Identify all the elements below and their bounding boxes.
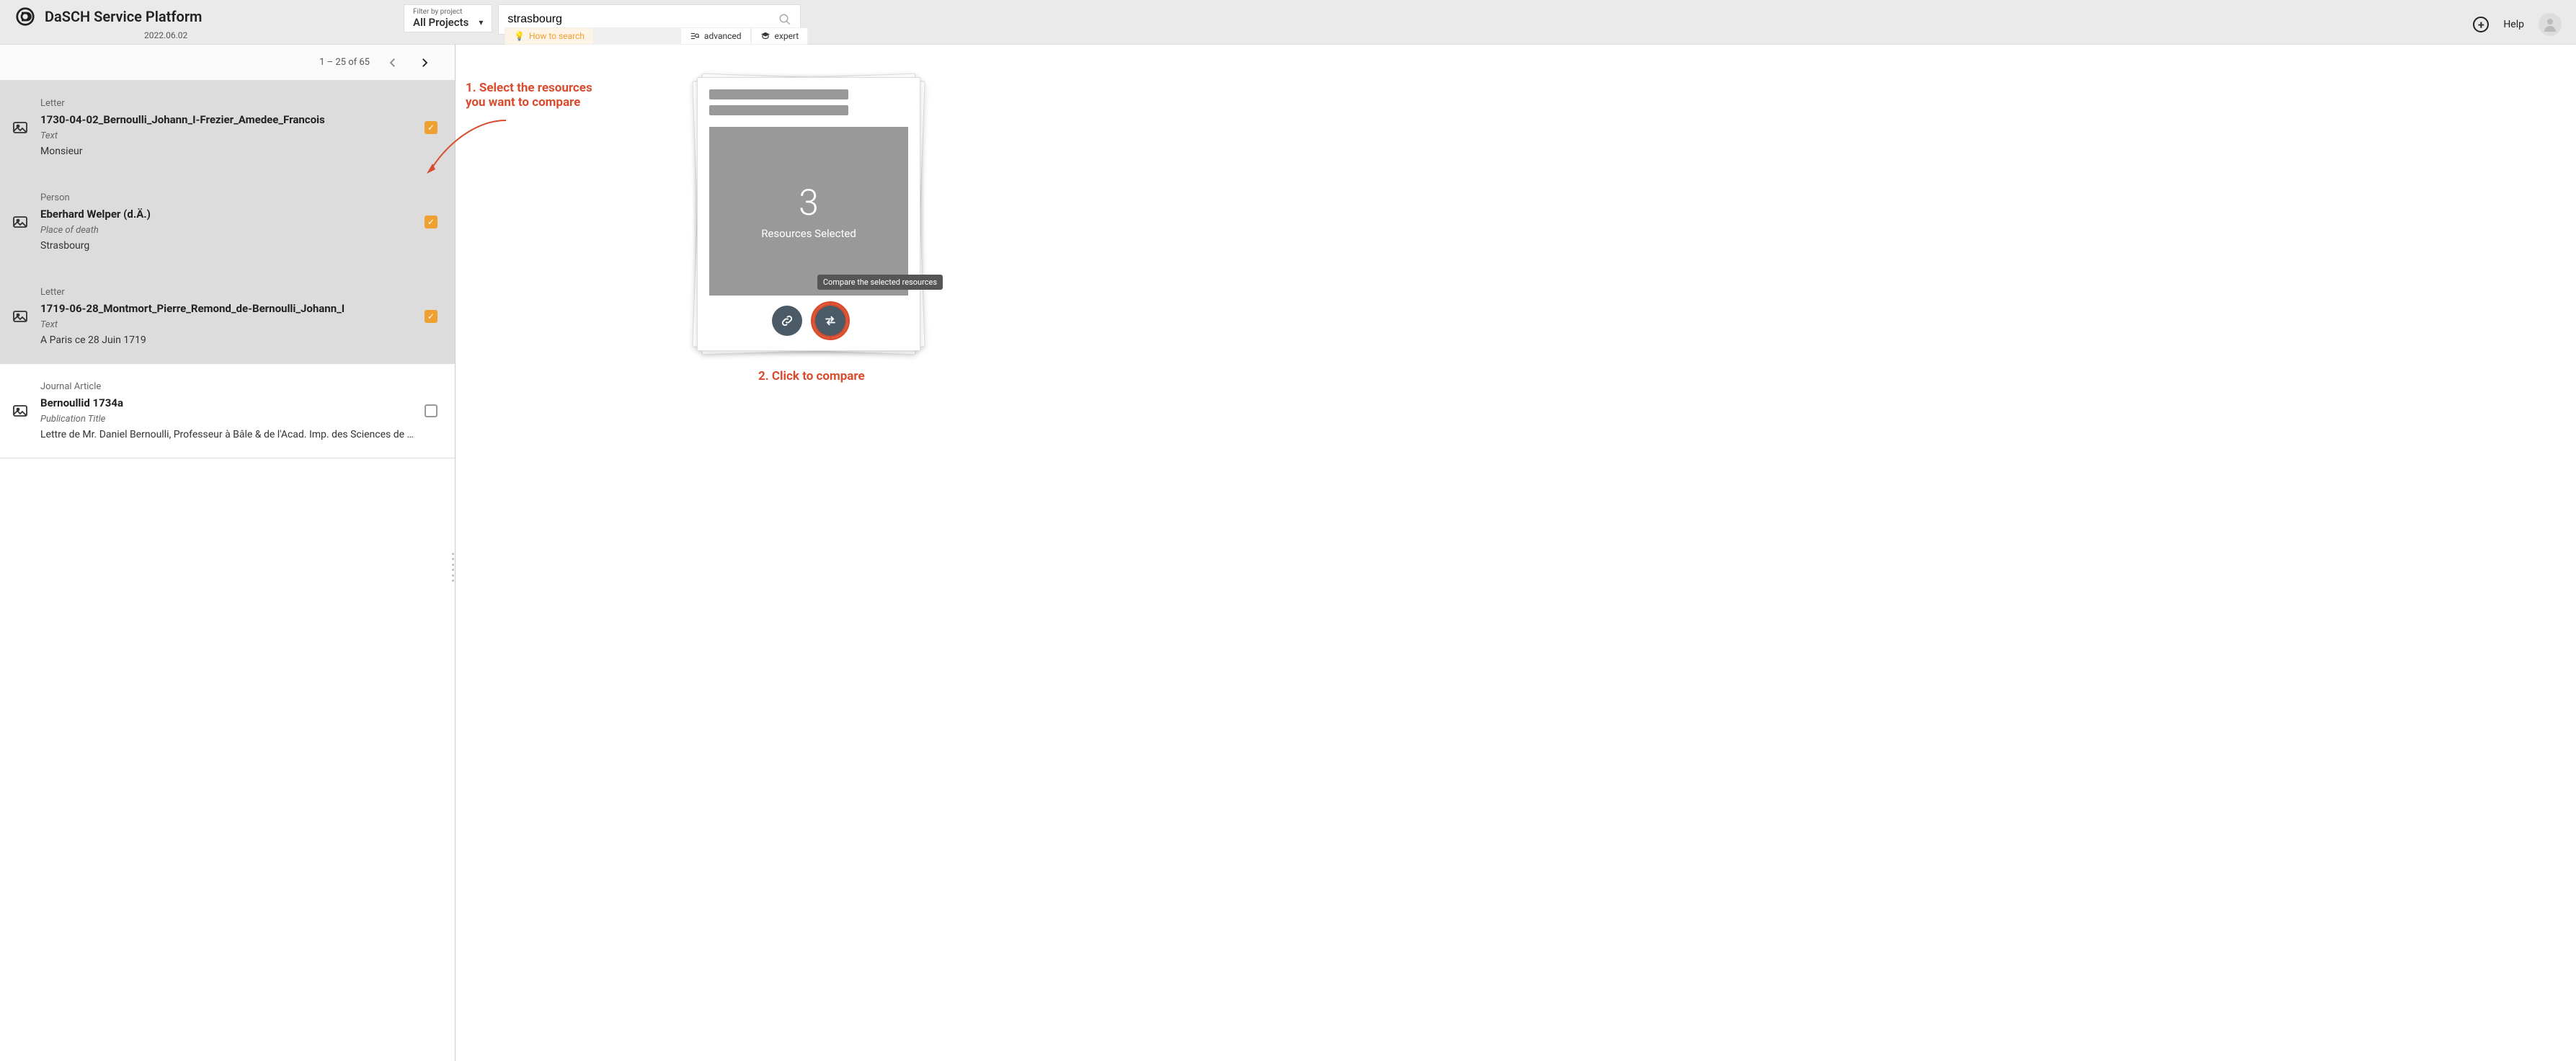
result-value: Lettre de Mr. Daniel Bernoulli, Professe… — [40, 429, 415, 440]
result-value: Monsieur — [40, 146, 415, 157]
project-filter-value: All Projects — [413, 16, 468, 29]
skeleton-line — [709, 89, 848, 99]
brand: DaSCH Service Platform — [14, 6, 202, 27]
chevron-right-icon — [418, 56, 431, 69]
add-button[interactable]: + — [2473, 17, 2489, 32]
topbar: DaSCH Service Platform 2022.06.02 Filter… — [0, 0, 2576, 45]
selection-label: Resources Selected — [761, 227, 856, 240]
advanced-search-icon — [690, 31, 700, 41]
result-field: Text — [40, 130, 438, 141]
card-front: 3 Resources Selected Compare the selecte… — [697, 77, 920, 351]
skeleton-line — [709, 105, 848, 115]
avatar-icon — [2541, 16, 2559, 33]
image-icon — [12, 308, 29, 325]
result-type: Journal Article — [40, 381, 438, 392]
result-type: Person — [40, 192, 438, 203]
detail-panel: 1. Select the resources you want to comp… — [456, 45, 2576, 1061]
main: 1 – 25 of 65 Letter 1730-04-02_Bernoulli… — [0, 45, 2576, 1061]
result-checkbox[interactable]: ✓ — [425, 310, 438, 323]
advanced-search-link[interactable]: advanced — [680, 27, 751, 45]
results-panel: 1 – 25 of 65 Letter 1730-04-02_Bernoulli… — [0, 45, 456, 1061]
result-value: Strasbourg — [40, 240, 415, 252]
expert-search-link[interactable]: expert — [751, 27, 809, 45]
lightbulb-icon: 💡 — [514, 31, 525, 41]
result-title: Bernoullid 1734a — [40, 396, 438, 409]
result-checkbox[interactable]: ✓ — [425, 216, 438, 228]
image-icon — [12, 402, 29, 419]
result-title: 1730-04-02_Bernoulli_Johann_I-Frezier_Am… — [40, 113, 438, 126]
search-actions: 💡 How to search advanced expert — [505, 27, 808, 45]
result-field: Publication Title — [40, 414, 438, 425]
result-type: Letter — [40, 287, 438, 298]
help-link[interactable]: Help — [2503, 19, 2524, 30]
result-item[interactable]: Journal Article Bernoullid 1734a Publica… — [0, 364, 455, 458]
result-value: A Paris ce 28 Juin 1719 — [40, 334, 415, 346]
brand-version: 2022.06.02 — [144, 30, 187, 40]
annotation-step1: 1. Select the resources you want to comp… — [466, 81, 592, 110]
result-checkbox[interactable] — [425, 404, 438, 417]
result-field: Text — [40, 319, 438, 330]
selection-count: 3 — [799, 182, 819, 224]
expert-icon — [760, 31, 770, 41]
search-input[interactable] — [507, 13, 778, 26]
annotation-step2: 2. Click to compare — [758, 369, 865, 383]
user-avatar[interactable] — [2539, 13, 2562, 36]
result-item[interactable]: Letter 1730-04-02_Bernoulli_Johann_I-Fre… — [0, 81, 455, 175]
chevron-down-icon: ▾ — [479, 17, 483, 27]
pager-prev-button[interactable] — [384, 54, 401, 71]
pager-text: 1 – 25 of 65 — [319, 57, 370, 68]
compare-tooltip: Compare the selected resources — [817, 275, 943, 290]
brand-title: DaSCH Service Platform — [45, 8, 202, 25]
image-icon — [12, 119, 29, 136]
result-title: 1719-06-28_Montmort_Pierre_Remond_de-Ber… — [40, 302, 438, 315]
chevron-left-icon — [386, 56, 399, 69]
compare-icon — [823, 314, 838, 328]
project-filter-dropdown[interactable]: Filter by project All Projects ▾ — [404, 4, 492, 32]
search-icon[interactable] — [778, 13, 791, 26]
selected-resources-card: 3 Resources Selected Compare the selecte… — [693, 66, 924, 362]
blank-action — [594, 27, 680, 45]
result-type: Letter — [40, 98, 438, 109]
result-title: Eberhard Welper (d.Ä.) — [40, 208, 438, 221]
annotation-arrow — [427, 113, 513, 178]
link-resources-button[interactable] — [772, 306, 802, 336]
project-filter-label: Filter by project — [413, 8, 483, 16]
link-icon — [780, 314, 794, 328]
brand-logo-icon — [14, 6, 36, 27]
result-item[interactable]: Letter 1719-06-28_Montmort_Pierre_Remond… — [0, 270, 455, 364]
how-to-search-link[interactable]: 💡 How to search — [505, 27, 594, 45]
image-icon — [12, 213, 29, 231]
topbar-right-actions: + Help — [2473, 6, 2562, 36]
result-item[interactable]: Person Eberhard Welper (d.Ä.) Place of d… — [0, 175, 455, 270]
selection-summary: 3 Resources Selected Compare the selecte… — [709, 127, 908, 296]
result-field: Place of death — [40, 225, 438, 236]
pager-next-button[interactable] — [416, 54, 433, 71]
app-root: DaSCH Service Platform 2022.06.02 Filter… — [0, 0, 2576, 1061]
card-actions — [709, 306, 908, 339]
compare-button[interactable] — [815, 306, 845, 336]
pager: 1 – 25 of 65 — [0, 45, 455, 81]
results-list: Letter 1730-04-02_Bernoulli_Johann_I-Fre… — [0, 81, 455, 1061]
